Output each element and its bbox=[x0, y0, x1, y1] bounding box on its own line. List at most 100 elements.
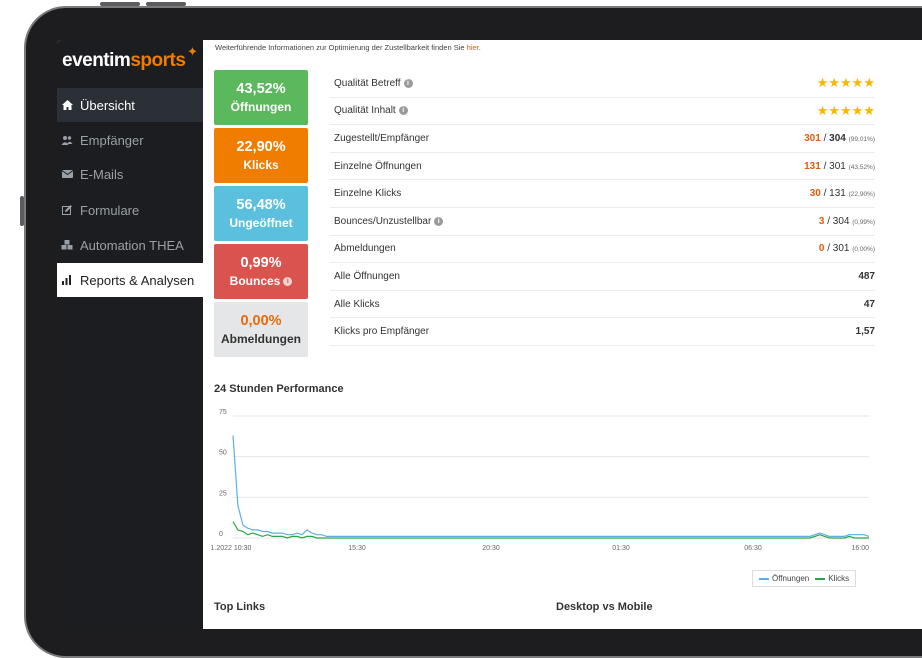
stat-label: Abmeldungen bbox=[334, 243, 396, 255]
legend-label: Klicks bbox=[828, 574, 850, 583]
tile-percent: 56,48% bbox=[236, 197, 286, 213]
stat-row: Alle Öffnungen 487 bbox=[330, 263, 875, 291]
stat-row: Bounces/Unzustellbar i 3 / 304 (0,99%) bbox=[330, 208, 875, 236]
desktop-vs-mobile-title: Desktop vs Mobile bbox=[556, 601, 653, 613]
tile-ungeoeffnet[interactable]: 56,48% Ungeöffnet bbox=[214, 186, 308, 241]
legend-item-klicks[interactable]: Klicks bbox=[815, 574, 849, 583]
chart-section-title: 24 Stunden Performance bbox=[214, 383, 344, 395]
stat-row: Abmeldungen 0 / 301 (0,00%) bbox=[330, 236, 875, 264]
stat-label: Einzelne Öffnungen bbox=[334, 160, 422, 172]
main-content: Weiterführende Informationen zur Optimie… bbox=[203, 40, 922, 629]
stats-table: Qualität Betreff i ★★★★★ Qualität Inhalt i… bbox=[330, 70, 875, 346]
stat-row: Qualität Inhalt i ★★★★★ bbox=[330, 98, 875, 126]
app-screen: eventimsports ✦ Übersicht Empfänger E-Mai… bbox=[57, 40, 922, 629]
tablet-side-button bbox=[20, 196, 24, 226]
info-icon[interactable]: i bbox=[283, 276, 293, 286]
sparkle-icon: ✦ bbox=[186, 44, 198, 59]
y-tick-label: 25 bbox=[219, 490, 227, 497]
tile-percent: 0,99% bbox=[240, 255, 282, 271]
tile-oeffnungen[interactable]: 43,52% Öffnungen bbox=[214, 70, 308, 125]
tile-klicks[interactable]: 22,90% Klicks bbox=[214, 128, 308, 183]
legend-item-oeffnungen[interactable]: Öffnungen bbox=[759, 574, 809, 583]
stat-value: 30 / 131 (22,90%) bbox=[809, 188, 875, 200]
y-tick-label: 75 bbox=[219, 409, 227, 416]
stat-value: 487 bbox=[858, 270, 875, 282]
series-line-oeffnungen bbox=[232, 435, 870, 537]
top-links-title: Top Links bbox=[214, 601, 266, 613]
stat-label: Einzelne Klicks bbox=[334, 188, 402, 200]
stat-row: Klicks pro Empfänger 1,57 bbox=[330, 318, 875, 346]
stat-value: 301 / 304 (99,01%) bbox=[804, 132, 875, 144]
sidebar-item-formulare[interactable]: Formulare bbox=[57, 193, 203, 227]
users-icon bbox=[57, 134, 78, 146]
sidebar-item-label: E-Mails bbox=[80, 166, 124, 182]
x-tick-label: 06:30 bbox=[744, 545, 762, 552]
stat-label: Alle Klicks bbox=[334, 298, 380, 310]
home-icon bbox=[57, 99, 78, 111]
stat-label: Zugestellt/Empfänger bbox=[334, 132, 430, 144]
info-icon[interactable]: i bbox=[398, 106, 408, 116]
rating-stars: ★★★★★ bbox=[816, 102, 875, 118]
y-tick-label: 0 bbox=[219, 531, 223, 538]
sidebar-item-reports[interactable]: Reports & Analysen bbox=[57, 263, 203, 297]
stat-row: Einzelne Klicks 30 / 131 (22,90%) bbox=[330, 180, 875, 208]
x-tick-label: 16:00 bbox=[851, 545, 869, 552]
tile-abmeldungen[interactable]: 0,00% Abmeldungen bbox=[214, 302, 308, 357]
stat-label: Alle Öffnungen bbox=[334, 270, 400, 282]
tablet-side-button bbox=[100, 2, 140, 6]
stat-value: 47 bbox=[863, 298, 875, 310]
tile-percent: 43,52% bbox=[236, 81, 286, 97]
sidebar-item-emails[interactable]: E-Mails bbox=[57, 157, 203, 191]
tile-label: Ungeöffnet bbox=[229, 216, 293, 230]
legend-label: Öffnungen bbox=[772, 574, 810, 583]
sidebar-item-label: Empfänger bbox=[80, 132, 144, 148]
stat-row: Einzelne Öffnungen 131 / 301 (43,52%) bbox=[330, 153, 875, 181]
y-tick-label: 50 bbox=[219, 450, 227, 457]
sidebar: eventimsports ✦ Übersicht Empfänger E-Mai… bbox=[57, 40, 203, 629]
brand-name-part: sports bbox=[130, 50, 186, 71]
rating-stars: ★★★★★ bbox=[816, 75, 875, 91]
series-line-klicks bbox=[232, 521, 869, 539]
stat-value: 131 / 301 (43,52%) bbox=[804, 160, 875, 172]
edit-icon bbox=[57, 204, 78, 216]
tablet-side-button bbox=[146, 2, 186, 6]
stat-row: Zugestellt/Empfänger 301 / 304 (99,01%) bbox=[330, 125, 875, 153]
sidebar-item-label: Automation THEA bbox=[80, 237, 184, 253]
x-tick-label: 01.2022 10:30 bbox=[211, 545, 251, 552]
stat-row: Alle Klicks 47 bbox=[330, 291, 875, 319]
tile-label: Abmeldungen bbox=[221, 332, 301, 346]
stat-label: Qualität Betreff bbox=[334, 77, 401, 89]
bar-chart-icon bbox=[57, 274, 78, 286]
tile-label: Öffnungen bbox=[230, 100, 292, 114]
tile-percent: 22,90% bbox=[236, 139, 286, 155]
sidebar-item-uebersicht[interactable]: Übersicht bbox=[57, 88, 203, 122]
stat-label: Qualität Inhalt bbox=[334, 105, 396, 117]
stat-row: Qualität Betreff i ★★★★★ bbox=[330, 70, 875, 98]
performance-chart: 0 25 50 75 01.2022 10:30 15:30 20:30 01:30 06:30… bbox=[211, 409, 870, 552]
sidebar-item-automation-thea[interactable]: Automation THEA bbox=[57, 228, 203, 262]
tile-bounces[interactable]: 0,99% Bounces i bbox=[214, 244, 308, 299]
sidebar-item-label: Übersicht bbox=[80, 97, 135, 113]
envelope-icon bbox=[57, 168, 78, 180]
deliverability-info: Weiterführende Informationen zur Optimie… bbox=[215, 43, 481, 52]
x-tick-label: 20:30 bbox=[482, 545, 500, 552]
brand-logo[interactable]: eventimsports ✦ bbox=[62, 44, 198, 72]
info-icon[interactable]: i bbox=[403, 78, 413, 88]
stat-label: Bounces/Unzustellbar bbox=[334, 215, 432, 227]
brand-name-part: eventim bbox=[62, 50, 131, 71]
info-suffix: . bbox=[478, 43, 481, 52]
sidebar-item-label: Formulare bbox=[80, 202, 140, 218]
tile-label: Bounces bbox=[229, 274, 281, 288]
stat-value: 1,57 bbox=[855, 326, 875, 338]
sidebar-item-empfaenger[interactable]: Empfänger bbox=[57, 123, 203, 157]
info-text: Weiterführende Informationen zur Optimie… bbox=[215, 43, 467, 52]
info-icon[interactable]: i bbox=[434, 216, 444, 226]
chart-legend: Öffnungen Klicks bbox=[752, 570, 857, 587]
sidebar-item-label: Reports & Analysen bbox=[80, 272, 195, 288]
stat-value: 3 / 304 (0,99%) bbox=[818, 215, 875, 227]
cubes-icon bbox=[57, 239, 78, 251]
tile-label: Klicks bbox=[243, 158, 279, 172]
info-link[interactable]: hier bbox=[467, 43, 479, 52]
x-tick-label: 01:30 bbox=[612, 545, 630, 552]
x-tick-label: 15:30 bbox=[348, 545, 366, 552]
